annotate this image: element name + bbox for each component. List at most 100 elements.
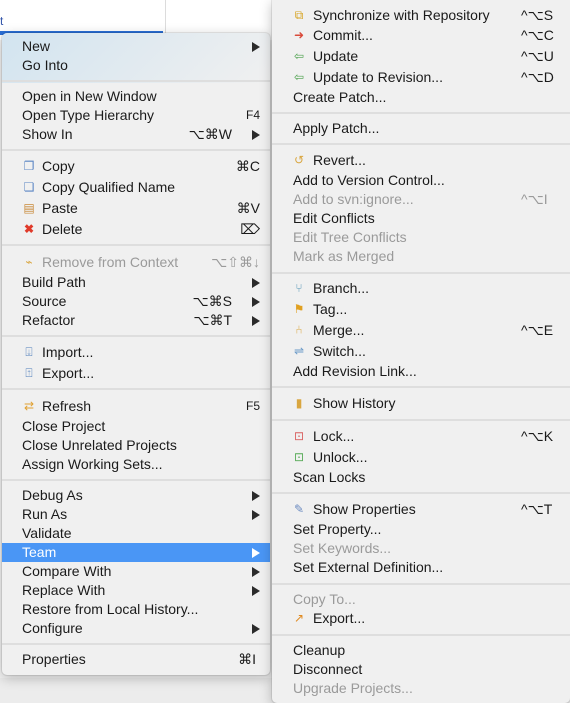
menu-item-replace-with[interactable]: Replace With xyxy=(2,581,270,600)
menu-item-new[interactable]: New xyxy=(2,37,270,56)
menu-item-branch[interactable]: ⑂ Branch... xyxy=(272,279,570,298)
copy-qualified-name-icon: ❏ xyxy=(23,180,35,194)
menu-separator xyxy=(2,335,270,337)
menu-item-add-revision-link[interactable]: Add Revision Link... xyxy=(272,362,570,381)
menu-item-label: Open in New Window xyxy=(22,88,157,104)
menu-item-go-into[interactable]: Go Into xyxy=(2,56,270,75)
menu-separator xyxy=(2,643,270,645)
menu-item-edit-tree-conflicts: Edit Tree Conflicts xyxy=(272,228,570,247)
menu-item-compare-with[interactable]: Compare With xyxy=(2,562,270,581)
import-icon: ⍗ xyxy=(25,345,33,359)
menu-item-import[interactable]: ⍗ Import... xyxy=(2,343,270,362)
menu-item-debug-as[interactable]: Debug As xyxy=(2,486,270,505)
shortcut: ^⌥U xyxy=(521,48,554,64)
menu-item-delete[interactable]: ✖ Delete ⌦ xyxy=(2,220,270,239)
menu-item-commit[interactable]: ➜ Commit... ^⌥C xyxy=(272,26,570,45)
menu-item-label: Restore from Local History... xyxy=(22,601,199,617)
menu-item-open-type-hierarchy[interactable]: Open Type Hierarchy F4 xyxy=(2,106,270,125)
team-submenu: ⧉ Synchronize with Repository ^⌥S ➜ Comm… xyxy=(272,0,570,703)
menu-item-build-path[interactable]: Build Path xyxy=(2,273,270,292)
menu-item-update[interactable]: ⇦ Update ^⌥U xyxy=(272,47,570,66)
menu-item-export[interactable]: ⍐ Export... xyxy=(2,364,270,383)
menu-item-label: Upgrade Projects... xyxy=(293,680,413,696)
history-icon: ▮ xyxy=(295,396,303,410)
menu-item-switch[interactable]: ⇌ Switch... xyxy=(272,342,570,361)
menu-item-label: Unlock... xyxy=(313,449,368,465)
export-icon: ↗ xyxy=(293,611,305,625)
menu-item-open-new-window[interactable]: Open in New Window xyxy=(2,87,270,106)
menu-item-label: Show Properties xyxy=(313,501,416,517)
menu-item-show-in[interactable]: Show In ⌥⌘W xyxy=(2,125,270,144)
menu-separator xyxy=(272,583,570,585)
menu-item-restore-local-history[interactable]: Restore from Local History... xyxy=(2,600,270,619)
menu-item-source[interactable]: Source ⌥⌘S xyxy=(2,292,270,311)
shortcut: ^⌥I xyxy=(521,191,548,207)
menu-item-label: Validate xyxy=(22,525,72,541)
menu-item-team[interactable]: Team xyxy=(2,543,270,562)
menu-item-show-properties[interactable]: ✎ Show Properties ^⌥T xyxy=(272,500,570,519)
menu-item-refactor[interactable]: Refactor ⌥⌘T xyxy=(2,311,270,330)
menu-item-show-history[interactable]: ▮ Show History xyxy=(272,394,570,413)
menu-item-set-keywords: Set Keywords... xyxy=(272,539,570,558)
menu-item-label: New xyxy=(22,38,51,54)
menu-item-export[interactable]: ↗ Export... xyxy=(272,609,570,628)
menu-item-add-to-svn-ignore: Add to svn:ignore... ^⌥I xyxy=(272,190,570,209)
menu-item-disconnect[interactable]: Disconnect xyxy=(272,660,570,679)
unlock-icon: ⊡ xyxy=(293,450,305,464)
menu-item-label: Close Unrelated Projects xyxy=(22,437,177,453)
menu-item-update-to-revision[interactable]: ⇦ Update to Revision... ^⌥D xyxy=(272,68,570,87)
menu-item-label: Add Revision Link... xyxy=(293,363,417,379)
menu-item-apply-patch[interactable]: Apply Patch... xyxy=(272,119,570,138)
menu-item-label: Scan Locks xyxy=(293,469,366,485)
menu-item-merge[interactable]: ⑃ Merge... ^⌥E xyxy=(272,321,570,340)
menu-separator xyxy=(272,634,570,636)
menu-item-refresh[interactable]: ⇄ Refresh F5 xyxy=(2,397,270,416)
menu-item-properties[interactable]: Properties ⌘I xyxy=(2,650,270,669)
tree-marker: t xyxy=(0,14,4,28)
menu-item-unlock[interactable]: ⊡ Unlock... xyxy=(272,448,570,467)
menu-item-set-external-definition[interactable]: Set External Definition... xyxy=(272,558,570,577)
shortcut: ^⌥D xyxy=(521,69,554,85)
menu-item-assign-working-sets[interactable]: Assign Working Sets... xyxy=(2,455,270,474)
synchronize-icon: ⧉ xyxy=(294,8,304,22)
menu-item-lock[interactable]: ⊡ Lock... ^⌥K xyxy=(272,427,570,446)
menu-item-synchronize[interactable]: ⧉ Synchronize with Repository ^⌥S xyxy=(272,6,570,25)
menu-item-paste[interactable]: ▤ Paste ⌘V xyxy=(2,199,270,218)
menu-item-label: Copy xyxy=(42,158,75,174)
menu-item-label: Lock... xyxy=(313,428,355,444)
menu-item-edit-conflicts[interactable]: Edit Conflicts xyxy=(272,209,570,228)
menu-item-copy-to: Copy To... xyxy=(272,590,570,609)
shortcut: ^⌥E xyxy=(521,322,554,338)
menu-item-close-unrelated-projects[interactable]: Close Unrelated Projects xyxy=(2,436,270,455)
menu-item-label: Synchronize with Repository xyxy=(313,7,490,23)
submenu-arrow-icon xyxy=(252,567,260,577)
menu-item-copy[interactable]: ❐ Copy ⌘C xyxy=(2,157,270,176)
menu-item-tag[interactable]: ⚑ Tag... xyxy=(272,300,570,319)
menu-item-close-project[interactable]: Close Project xyxy=(2,417,270,436)
shortcut: ^⌥T xyxy=(521,501,553,517)
menu-separator xyxy=(272,386,570,388)
update-icon: ⇦ xyxy=(293,49,305,63)
menu-item-cleanup[interactable]: Cleanup xyxy=(272,641,570,660)
menu-item-configure[interactable]: Configure xyxy=(2,619,270,638)
menu-item-copy-qualified-name[interactable]: ❏ Copy Qualified Name xyxy=(2,178,270,197)
menu-item-set-property[interactable]: Set Property... xyxy=(272,520,570,539)
menu-item-label: Export... xyxy=(313,610,366,626)
menu-item-label: Set Keywords... xyxy=(293,540,392,556)
menu-item-add-to-version-control[interactable]: Add to Version Control... xyxy=(272,171,570,190)
shortcut: ^⌥S xyxy=(521,7,554,23)
menu-item-create-patch[interactable]: Create Patch... xyxy=(272,88,570,107)
shortcut: ⌥⌘T xyxy=(193,312,232,328)
menu-item-label: Compare With xyxy=(22,563,112,579)
menu-item-label: Revert... xyxy=(313,152,366,168)
shortcut: ⌘C xyxy=(235,158,260,174)
menu-item-label: Add to Version Control... xyxy=(293,172,445,188)
menu-item-revert[interactable]: ↺ Revert... xyxy=(272,151,570,170)
menu-item-validate[interactable]: Validate xyxy=(2,524,270,543)
menu-item-scan-locks[interactable]: Scan Locks xyxy=(272,468,570,487)
menu-item-label: Set Property... xyxy=(293,521,382,537)
submenu-arrow-icon xyxy=(252,510,260,520)
menu-item-label: Properties xyxy=(22,651,86,667)
menu-item-label: Close Project xyxy=(22,418,106,434)
menu-item-run-as[interactable]: Run As xyxy=(2,505,270,524)
